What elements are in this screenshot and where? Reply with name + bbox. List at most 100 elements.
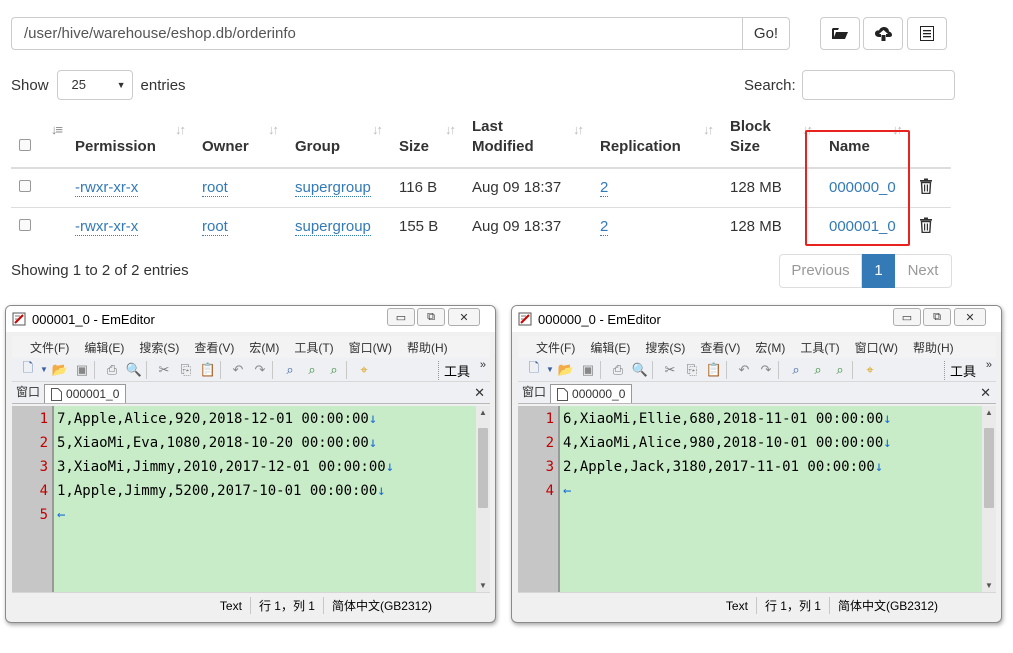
- print-preview-icon[interactable]: 🔍: [630, 360, 650, 380]
- group-link[interactable]: supergroup: [295, 179, 371, 198]
- permission-link[interactable]: -rwxr-xr-x: [75, 179, 139, 198]
- menu-item[interactable]: 编辑(E): [84, 339, 124, 356]
- row-checkbox[interactable]: [19, 180, 31, 193]
- code-line[interactable]: 3,XiaoMi,Jimmy,2010,2017-12-01 00:00:00↓: [57, 455, 490, 479]
- menu-item[interactable]: 宏(M): [249, 339, 279, 356]
- menu-item[interactable]: 工具(T): [800, 339, 839, 356]
- close-button[interactable]: ✕: [954, 308, 986, 326]
- create-directory-button[interactable]: [820, 17, 860, 50]
- select-all-checkbox[interactable]: [19, 139, 31, 151]
- menu-item[interactable]: 文件(F): [536, 339, 575, 356]
- previous-button[interactable]: Previous: [779, 254, 862, 288]
- page-1-button[interactable]: 1: [862, 254, 895, 288]
- code-line[interactable]: ←: [563, 479, 996, 503]
- file-name-link[interactable]: 000001_0: [829, 218, 896, 235]
- menu-item[interactable]: 搜索(S): [139, 339, 179, 356]
- search-input[interactable]: [801, 70, 955, 100]
- tools-toolbar-label[interactable]: 工具: [437, 361, 470, 380]
- header-select-all[interactable]: ↓≡: [11, 114, 67, 169]
- find-prev-icon[interactable]: ⌕: [324, 360, 344, 380]
- header-block-size[interactable]: Block Size ↓↑: [722, 114, 821, 169]
- new-file-icon[interactable]: 🗋: [18, 360, 38, 380]
- vertical-scrollbar[interactable]: ▲ ▼: [475, 406, 490, 592]
- vertical-scrollbar[interactable]: ▲ ▼: [981, 406, 996, 592]
- code-line[interactable]: 2,Apple,Jack,3180,2017-11-01 00:00:00↓: [563, 455, 996, 479]
- code-line[interactable]: 1,Apple,Jimmy,5200,2017-10-01 00:00:00↓: [57, 479, 490, 503]
- header-size[interactable]: Size ↓↑: [391, 114, 464, 169]
- menu-item[interactable]: 窗口(W): [855, 339, 898, 356]
- paste-icon[interactable]: 📋: [704, 360, 724, 380]
- find-icon[interactable]: ⌕: [786, 360, 806, 380]
- undo-icon[interactable]: ↶: [228, 360, 248, 380]
- scroll-down-icon[interactable]: ▼: [985, 581, 993, 590]
- path-input[interactable]: /user/hive/warehouse/eshop.db/orderinfo: [11, 17, 742, 50]
- cut-icon[interactable]: ✂: [154, 360, 174, 380]
- open-folder-icon[interactable]: 📂: [556, 360, 576, 380]
- entries-select[interactable]: 25 ▼: [56, 70, 133, 100]
- copy-icon[interactable]: ⎘: [682, 360, 702, 380]
- row-checkbox[interactable]: [19, 219, 31, 232]
- toolbar-overflow-icon[interactable]: »: [480, 359, 486, 371]
- find-prev-icon[interactable]: ⌕: [830, 360, 850, 380]
- highlight-icon[interactable]: ⌖: [860, 360, 880, 380]
- group-link[interactable]: supergroup: [295, 218, 371, 237]
- owner-link[interactable]: root: [202, 218, 228, 237]
- cut-icon[interactable]: ✂: [660, 360, 680, 380]
- code-line[interactable]: 7,Apple,Alice,920,2018-12-01 00:00:00↓: [57, 407, 490, 431]
- header-replication[interactable]: Replication ↓↑: [592, 114, 722, 169]
- copy-icon[interactable]: ⎘: [176, 360, 196, 380]
- scrollbar-thumb[interactable]: [478, 428, 488, 508]
- replication-link[interactable]: 2: [600, 179, 609, 198]
- menu-item[interactable]: 宏(M): [755, 339, 785, 356]
- close-tab-icon[interactable]: ✕: [474, 385, 485, 401]
- close-tab-icon[interactable]: ✕: [980, 385, 991, 401]
- trash-icon[interactable]: [919, 178, 933, 194]
- header-name[interactable]: Name ↓↑: [821, 114, 911, 169]
- window-label[interactable]: 窗口: [16, 383, 40, 400]
- sort-asc-icon[interactable]: ↓≡: [51, 120, 63, 140]
- find-next-icon[interactable]: ⌕: [808, 360, 828, 380]
- save-icon[interactable]: ▣: [578, 360, 598, 380]
- menu-item[interactable]: 查看(V): [194, 339, 234, 356]
- highlight-icon[interactable]: ⌖: [354, 360, 374, 380]
- paste-icon[interactable]: 📋: [198, 360, 218, 380]
- list-view-button[interactable]: [907, 17, 947, 50]
- code-line[interactable]: ←: [57, 503, 490, 527]
- redo-icon[interactable]: ↷: [250, 360, 270, 380]
- tools-toolbar-label[interactable]: 工具: [943, 361, 976, 380]
- upload-button[interactable]: [863, 17, 903, 50]
- undo-icon[interactable]: ↶: [734, 360, 754, 380]
- open-folder-icon[interactable]: 📂: [50, 360, 70, 380]
- menu-item[interactable]: 工具(T): [294, 339, 333, 356]
- menu-item[interactable]: 帮助(H): [407, 339, 448, 356]
- maximize-button[interactable]: ⧉: [417, 308, 445, 326]
- scroll-up-icon[interactable]: ▲: [985, 408, 993, 417]
- menu-item[interactable]: 搜索(S): [645, 339, 685, 356]
- window-label[interactable]: 窗口: [522, 383, 546, 400]
- file-name-link[interactable]: 000000_0: [829, 179, 896, 196]
- permission-link[interactable]: -rwxr-xr-x: [75, 218, 139, 237]
- save-icon[interactable]: ▣: [72, 360, 92, 380]
- print-icon[interactable]: ⎙: [608, 360, 628, 380]
- close-button[interactable]: ✕: [448, 308, 480, 326]
- header-last-modified[interactable]: Last Modified ↓↑: [464, 114, 592, 169]
- scrollbar-thumb[interactable]: [984, 428, 994, 508]
- text-area[interactable]: 1 2 3 4 6,XiaoMi,Ellie,680,2018-11-01 00:00…: [518, 406, 996, 592]
- status-encoding[interactable]: 简体中文(GB2312): [322, 597, 440, 614]
- code-line[interactable]: 4,XiaoMi,Alice,980,2018-10-01 00:00:00↓: [563, 431, 996, 455]
- menu-item[interactable]: 窗口(W): [349, 339, 392, 356]
- replication-link[interactable]: 2: [600, 218, 609, 237]
- code-content[interactable]: 6,XiaoMi,Ellie,680,2018-11-01 00:00:00↓ 4…: [560, 406, 996, 592]
- header-permission[interactable]: Permission ↓↑: [67, 114, 194, 169]
- code-line[interactable]: 6,XiaoMi,Ellie,680,2018-11-01 00:00:00↓: [563, 407, 996, 431]
- owner-link[interactable]: root: [202, 179, 228, 198]
- code-content[interactable]: 7,Apple,Alice,920,2018-12-01 00:00:00↓ 5,…: [54, 406, 490, 592]
- document-tab[interactable]: 000000_0: [550, 384, 633, 403]
- maximize-button[interactable]: ⧉: [923, 308, 951, 326]
- minimize-button[interactable]: ▭: [387, 308, 415, 326]
- next-button[interactable]: Next: [895, 254, 952, 288]
- print-preview-icon[interactable]: 🔍: [124, 360, 144, 380]
- print-icon[interactable]: ⎙: [102, 360, 122, 380]
- new-file-icon[interactable]: 🗋: [524, 360, 544, 380]
- menu-item[interactable]: 编辑(E): [590, 339, 630, 356]
